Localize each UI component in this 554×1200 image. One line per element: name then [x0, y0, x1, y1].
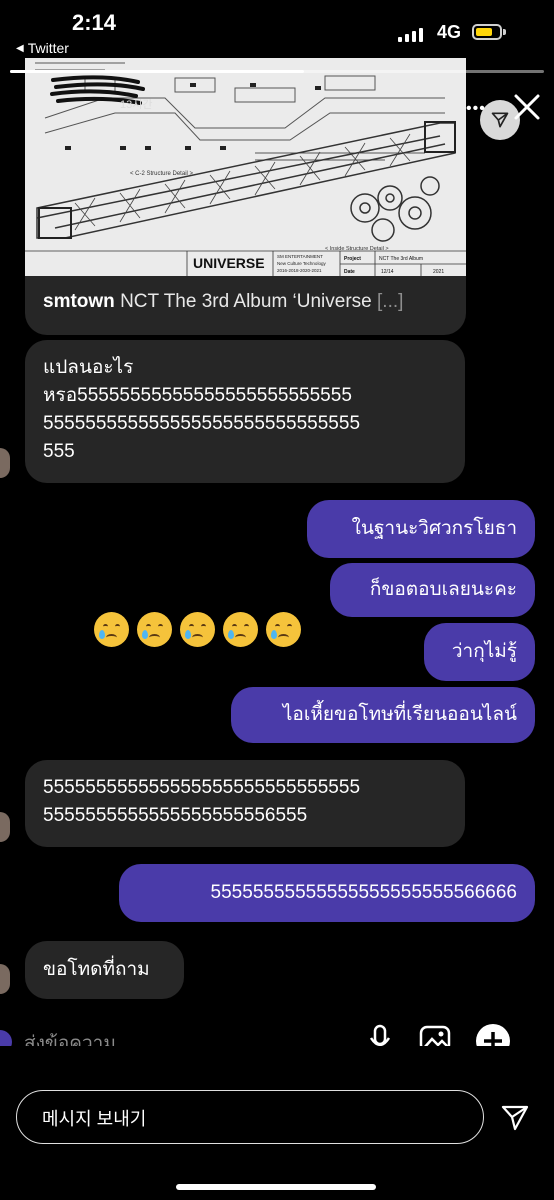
- message-bubble-sent: ว่ากุไม่รู้: [424, 623, 535, 681]
- blueprint-years: 2016-2018-2020-2021: [277, 268, 322, 273]
- status-time: 2:14: [72, 10, 117, 35]
- story-timestamp: 13시간: [120, 99, 153, 111]
- date-value: 12/14: [381, 269, 394, 275]
- project-value: NCT The 3rd Album: [379, 256, 423, 262]
- reply-placeholder: 메시지 보내기: [42, 1109, 147, 1129]
- avatar: [0, 812, 10, 842]
- post-account: smtown: [43, 291, 115, 312]
- face-holding-back-tears-icon: [266, 612, 301, 647]
- message-bubble-sent: ไอเหี้ยขอโทษที่เรียนออนไลน์: [231, 687, 535, 743]
- year-value: 2021: [433, 269, 444, 275]
- emoji-reaction-row: [94, 612, 301, 647]
- network-type: 4G: [437, 22, 462, 42]
- post-more: [...]: [377, 291, 404, 312]
- face-holding-back-tears-icon: [94, 612, 129, 647]
- back-triangle-icon: ◀: [16, 42, 24, 54]
- face-holding-back-tears-icon: [223, 612, 258, 647]
- face-holding-back-tears-icon: [137, 612, 172, 647]
- direct-send-icon[interactable]: [500, 1102, 530, 1132]
- post-caption-text: NCT The 3rd Album ‘Universe: [120, 291, 372, 312]
- blueprint-title: UNIVERSE: [193, 255, 265, 271]
- cellular-signal-icon: [398, 26, 423, 42]
- message-bubble-received: แปลนอะไร หรอ55555555555555555555555555 5…: [25, 340, 465, 483]
- project-label: Project: [344, 256, 361, 262]
- battery-icon: [472, 24, 506, 40]
- close-icon[interactable]: [510, 90, 544, 124]
- home-indicator: [176, 1184, 376, 1190]
- message-bubble-received: ขอโทดที่ถาม: [25, 941, 184, 999]
- message-bubble-sent: ในฐานะวิศวกรโยธา: [307, 500, 535, 558]
- face-holding-back-tears-icon: [180, 612, 215, 647]
- left-structure-label: < C-2 Structure Detail >: [130, 171, 194, 177]
- post-caption: smtown NCT The 3rd Album ‘Universe [...]: [43, 291, 403, 313]
- message-bubble-sent: 55555555555555555555555566666: [119, 864, 535, 922]
- blueprint-company: SM ENTERTAINMENT: [277, 254, 323, 259]
- back-app-label: Twitter: [27, 40, 69, 56]
- back-to-app-link[interactable]: ◀ Twitter: [16, 40, 69, 56]
- paper-plane-icon: [491, 112, 509, 128]
- avatar: [0, 964, 10, 994]
- avatar: [0, 448, 10, 478]
- message-bubble-sent: ก็ขอตอบเลยนะคะ: [330, 563, 535, 617]
- blueprint-tech: New Culture Technology: [277, 261, 326, 266]
- message-bubble-received: 555555555555555555555555555555 555555555…: [25, 760, 465, 847]
- date-label: Date: [344, 269, 355, 275]
